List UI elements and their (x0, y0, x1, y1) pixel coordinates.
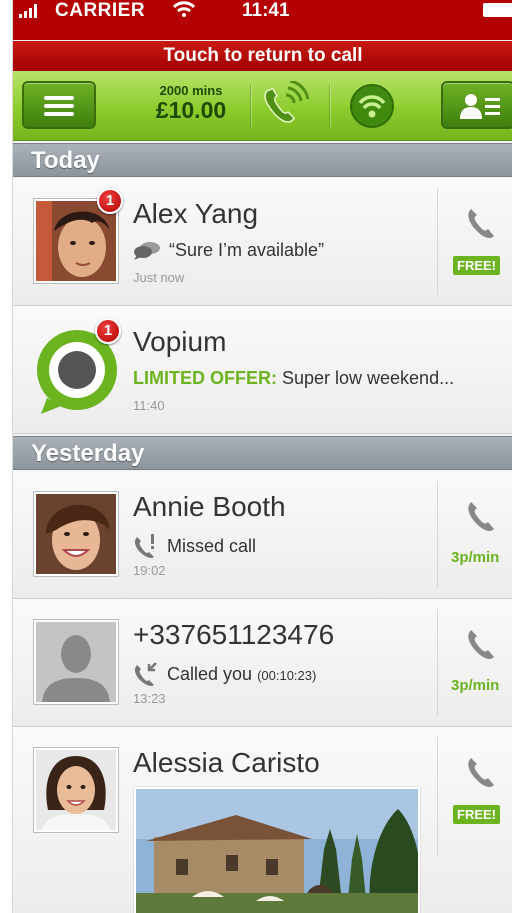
call-rate: 3p/min (451, 549, 500, 566)
phone-icon[interactable] (465, 755, 499, 789)
missed-call-icon (135, 534, 154, 558)
contacts-button[interactable] (441, 81, 512, 129)
carrier-label: CARRIER (55, 0, 146, 21)
toolbar: 2000 mins £10.00 (13, 71, 512, 141)
call-duration: (00:10:23) (257, 667, 317, 683)
menu-button[interactable] (22, 81, 96, 129)
call-rate: 3p/min (451, 677, 500, 694)
call-waves-icon[interactable] (259, 81, 313, 131)
call-status-text: Called you (167, 663, 258, 684)
row-divider (437, 481, 438, 588)
conversation-row-unknown-number[interactable]: +337651123476 Called you (00:10:23) 13:2… (13, 599, 512, 727)
call-status: Missed call (133, 533, 256, 559)
message-preview: LIMITED OFFER: Super low weekend... (133, 368, 454, 389)
preview-text: Super low weekend... (276, 368, 455, 388)
toolbar-divider (250, 85, 251, 127)
row-divider (437, 609, 438, 716)
signal-icon (19, 4, 37, 18)
contact-name: +337651123476 (133, 619, 335, 650)
message-time: 19:02 (133, 563, 166, 578)
battery-icon (483, 3, 512, 17)
status-bar: CARRIER 11:41 (13, 0, 512, 40)
contact-name: Vopium (133, 326, 227, 357)
section-header-yesterday: Yesterday (13, 436, 512, 470)
credit-balance[interactable]: 2000 mins £10.00 (141, 83, 241, 124)
message-time: Just now (133, 270, 185, 285)
offer-label: LIMITED OFFER: (133, 368, 277, 388)
message-time: 13:23 (133, 691, 166, 706)
chat-bubble-icon (134, 241, 160, 260)
conversation-row-alex-yang[interactable]: 1 Alex Yang “Sure I’m available” Just no… (13, 178, 512, 306)
preview-text: “Sure I’m available” (169, 240, 325, 260)
contacts-icon (460, 94, 500, 119)
call-rate-badge: FREE! (453, 256, 500, 275)
unread-badge: 1 (97, 188, 123, 214)
wifi-call-icon[interactable] (349, 83, 395, 129)
message-preview: “Sure I’m available” (133, 240, 324, 261)
avatar (33, 491, 119, 577)
phone-icon[interactable] (465, 627, 499, 661)
avatar (33, 747, 119, 833)
avatar (33, 619, 119, 705)
toolbar-divider (329, 85, 330, 127)
unread-badge: 1 (95, 318, 121, 344)
conversation-row-alessia-caristo[interactable]: Alessia Caristo FREE! (13, 727, 512, 913)
row-divider (437, 188, 438, 295)
return-to-call-banner[interactable]: Touch to return to call (13, 41, 512, 71)
call-rate-badge: FREE! (453, 805, 500, 824)
phone-icon[interactable] (465, 499, 499, 533)
call-status: Called you (00:10:23) (133, 661, 316, 687)
contact-name: Alessia Caristo (133, 747, 320, 778)
message-time: 11:40 (133, 398, 165, 413)
wifi-icon (173, 1, 195, 17)
menu-icon (44, 96, 74, 116)
conversation-row-vopium[interactable]: 1 Vopium LIMITED OFFER: Super low weeken… (13, 306, 512, 434)
call-status-text: Missed call (167, 535, 257, 556)
credit-amount: £10.00 (155, 97, 227, 123)
shared-photo[interactable] (134, 787, 420, 913)
phone-icon[interactable] (465, 206, 499, 240)
incoming-call-icon (135, 662, 157, 686)
row-divider (437, 737, 438, 857)
contact-name: Annie Booth (133, 491, 286, 522)
status-time: 11:41 (242, 0, 290, 21)
contact-name: Alex Yang (133, 198, 259, 229)
default-avatar-icon (36, 622, 116, 702)
app-screen: CARRIER 11:41 Touch to return to call 20… (12, 0, 512, 913)
conversation-row-annie-booth[interactable]: Annie Booth Missed call 19:02 3p/min (13, 471, 512, 599)
section-header-today: Today (13, 143, 512, 177)
credit-minutes: 2000 mins (159, 83, 223, 98)
